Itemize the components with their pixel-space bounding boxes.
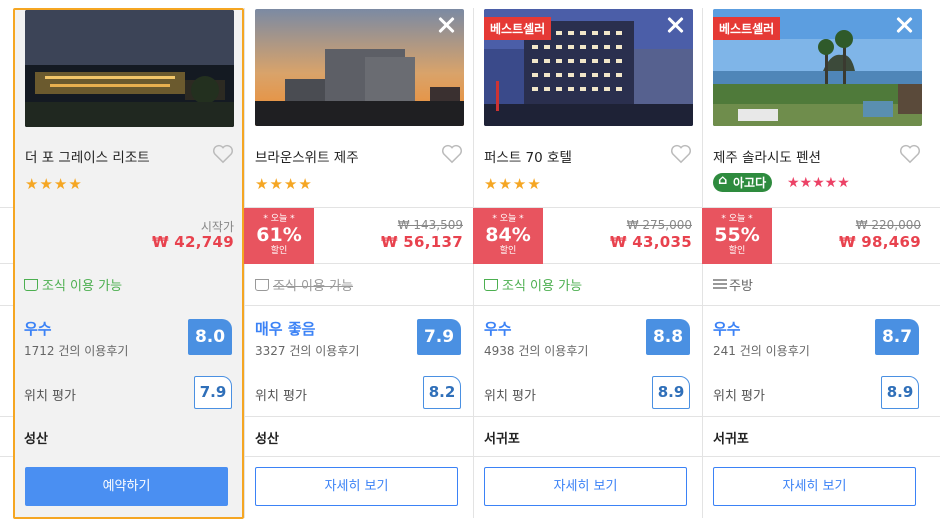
area-name: 성산 xyxy=(255,432,279,447)
hotel-card-4: 베스트셀러 제주 솔라시도 펜션 아고다 ★★★★★ * 오늘 * 55% 할인… xyxy=(702,0,931,527)
hotel-card-2: 브라운스위트 제주 ★★★★ * 오늘 * 61% 할인 ₩ 143,509 ₩… xyxy=(244,0,473,527)
heart-icon[interactable] xyxy=(441,144,463,164)
review-score: 7.9 xyxy=(417,319,461,355)
view-details-button[interactable]: 자세히 보기 xyxy=(484,467,687,506)
review-count[interactable]: 1712 건의 이용후기 xyxy=(24,342,128,359)
close-icon[interactable] xyxy=(666,16,684,34)
star-rating: ★★★★★ xyxy=(787,175,850,191)
view-details-button[interactable]: 자세히 보기 xyxy=(713,467,916,506)
star-rating: ★★★★ xyxy=(25,175,83,193)
rating-word: 우수 xyxy=(484,320,512,338)
discount-sale: 할인 xyxy=(270,246,288,256)
rating-word: 우수 xyxy=(24,320,52,338)
location-score: 8.2 xyxy=(423,376,461,409)
location-label: 위치 평가 xyxy=(484,389,536,404)
hotel-name[interactable]: 브라운스위트 제주 xyxy=(255,146,359,166)
area-name: 서귀포 xyxy=(484,432,520,447)
hotel-name[interactable]: 더 포 그레이스 리조트 xyxy=(25,146,150,166)
original-price: ₩ 220,000 xyxy=(855,218,921,232)
discount-badge: * 오늘 * 61% 할인 xyxy=(244,208,314,264)
amenity-label: 조식 이용 가능 xyxy=(502,279,583,294)
bestseller-badge: 베스트셀러 xyxy=(484,17,552,40)
amenity-breakfast: 조식 이용 가능 xyxy=(255,275,353,294)
price: ₩ 56,137 xyxy=(380,233,463,251)
hotel-card-3: 베스트셀러 퍼스트 70 호텔 ★★★★ * 오늘 * 84% 할인 ₩ 275… xyxy=(473,0,702,527)
amenity-breakfast: 조식 이용 가능 xyxy=(24,275,122,294)
review-score: 8.0 xyxy=(188,319,232,355)
hotel-photo[interactable] xyxy=(255,9,464,126)
original-price: ₩ 275,000 xyxy=(626,218,692,232)
location-score: 8.9 xyxy=(881,376,919,409)
rating-word: 매우 좋음 xyxy=(255,320,316,338)
hotel-photo[interactable] xyxy=(25,10,234,127)
discount-sale: 할인 xyxy=(499,246,517,256)
amenity-label: 조식 이용 가능 xyxy=(273,279,354,294)
star-rating: ★★★★ xyxy=(255,175,313,193)
discount-badge: * 오늘 * 55% 할인 xyxy=(702,208,772,264)
location-score: 7.9 xyxy=(194,376,232,409)
discount-sale: 할인 xyxy=(728,246,746,256)
hotel-card-1: 더 포 그레이스 리조트 ★★★★ 시작가 ₩ 42,749 조식 이용 가능 … xyxy=(13,0,244,527)
price: ₩ 42,749 xyxy=(151,233,234,251)
location-label: 위치 평가 xyxy=(24,389,76,404)
discount-percent: 55% xyxy=(714,224,760,246)
discount-badge: * 오늘 * 84% 할인 xyxy=(473,208,543,264)
amenity-breakfast: 조식 이용 가능 xyxy=(484,275,582,294)
review-score: 8.8 xyxy=(646,319,690,355)
bestseller-badge: 베스트셀러 xyxy=(713,17,781,40)
rating-word: 우수 xyxy=(713,320,741,338)
hotel-name[interactable]: 퍼스트 70 호텔 xyxy=(484,146,572,166)
star-rating: ★★★★ xyxy=(484,175,542,193)
area-name: 성산 xyxy=(24,432,48,447)
close-icon[interactable] xyxy=(895,16,913,34)
cup-icon xyxy=(24,279,38,291)
discount-today: * 오늘 * xyxy=(492,214,524,224)
heart-icon[interactable] xyxy=(670,144,692,164)
heart-icon[interactable] xyxy=(899,144,921,164)
price: ₩ 43,035 xyxy=(609,233,692,251)
close-icon[interactable] xyxy=(437,16,455,34)
discount-percent: 61% xyxy=(256,224,302,246)
discount-percent: 84% xyxy=(485,224,531,246)
original-price: ₩ 143,509 xyxy=(397,218,463,232)
area-name: 서귀포 xyxy=(713,432,749,447)
amenity-label: 주방 xyxy=(729,279,753,294)
location-label: 위치 평가 xyxy=(713,389,765,404)
cup-icon xyxy=(484,279,498,291)
location-label: 위치 평가 xyxy=(255,389,307,404)
review-count[interactable]: 4938 건의 이용후기 xyxy=(484,342,588,359)
review-count[interactable]: 3327 건의 이용후기 xyxy=(255,342,359,359)
location-score: 8.9 xyxy=(652,376,690,409)
price: ₩ 98,469 xyxy=(838,233,921,251)
book-button[interactable]: 예약하기 xyxy=(25,467,228,506)
agoda-badge: 아고다 xyxy=(713,173,773,192)
kitchen-icon xyxy=(713,279,727,291)
amenity-kitchen: 주방 xyxy=(713,275,753,294)
review-score: 8.7 xyxy=(875,319,919,355)
cup-icon xyxy=(255,279,269,291)
heart-icon[interactable] xyxy=(212,144,234,164)
review-count[interactable]: 241 건의 이용후기 xyxy=(713,342,810,359)
discount-today: * 오늘 * xyxy=(263,214,295,224)
hotel-name[interactable]: 제주 솔라시도 펜션 xyxy=(713,146,821,166)
amenity-label: 조식 이용 가능 xyxy=(42,279,123,294)
view-details-button[interactable]: 자세히 보기 xyxy=(255,467,458,506)
discount-today: * 오늘 * xyxy=(721,214,753,224)
